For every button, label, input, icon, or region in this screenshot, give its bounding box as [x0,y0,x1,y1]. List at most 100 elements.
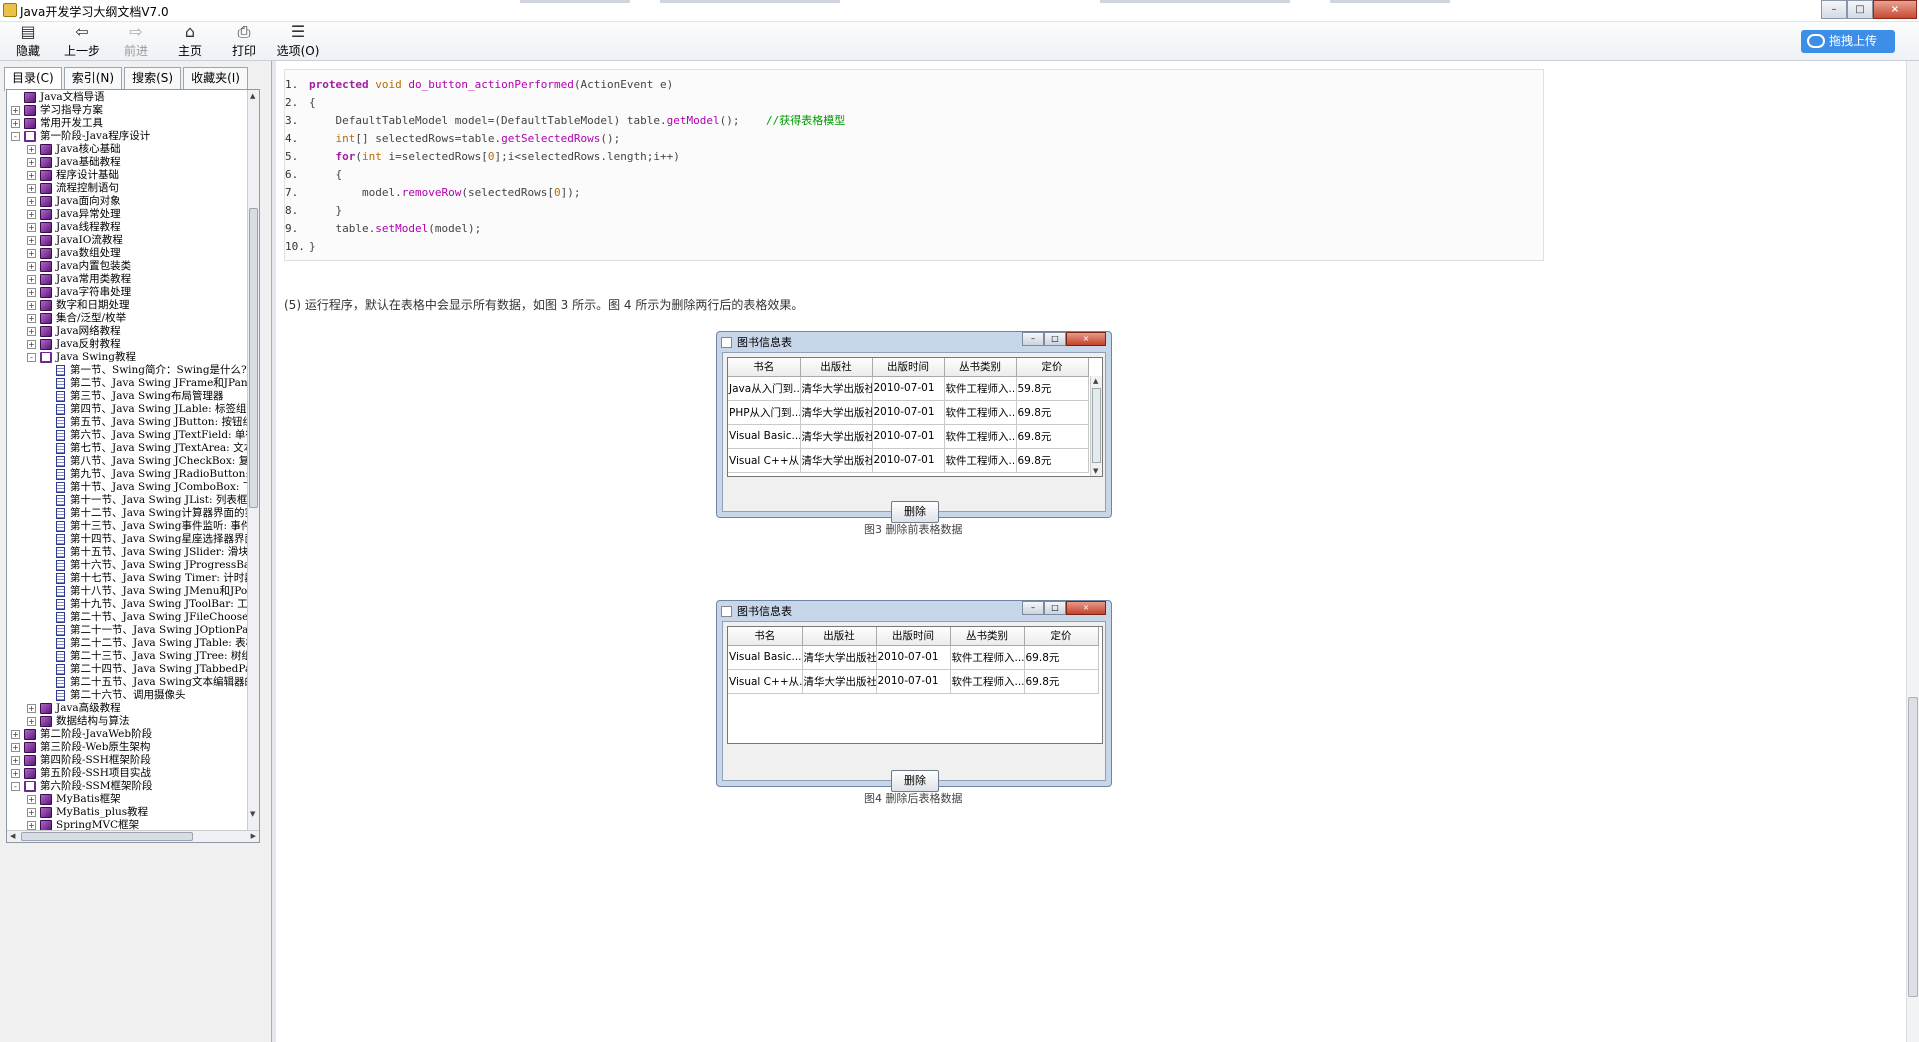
delete-button[interactable]: 删除 [891,501,939,523]
tree-item[interactable]: + Java面向对象 [27,195,121,208]
expand-icon[interactable]: + [27,808,36,817]
tree-item[interactable]: - Java Swing教程 [27,351,136,364]
tree-item[interactable]: + Java高级教程 [27,702,121,715]
tree-item[interactable]: - 第一阶段-Java程序设计 [11,130,150,143]
tree-item[interactable]: + Java网络教程 [27,325,121,338]
tree-item[interactable]: 第二十节、Java Swing JFileChooser和JCo [43,611,249,624]
close-button[interactable]: × [1873,0,1917,19]
tree-item[interactable]: 第七节、Java Swing JTextArea: 文本域 [43,442,249,455]
collapse-icon[interactable]: - [11,132,20,141]
column-header[interactable]: 定价 [1024,627,1099,646]
table-row[interactable]: Visual C++从...清华大学出版社2010-07-01软件工程师入...… [728,448,1089,473]
tree-item[interactable]: 第十五节、Java Swing JSlider: 滑块组件 [43,546,249,559]
scroll-down-arrow-icon[interactable]: ▼ [250,810,255,818]
column-header[interactable]: 出版时间 [872,358,945,377]
column-header[interactable]: 丛书类别 [944,358,1017,377]
table-row[interactable]: Visual Basic... 清华大学出版社 2010-07-01 软件工程师入..… [728,645,1099,670]
tree-item[interactable]: 第二十三节、Java Swing JTree: 树组件 [43,650,249,663]
table-cell[interactable]: 软件工程师入... [944,424,1017,449]
expand-icon[interactable]: + [27,145,36,154]
scroll-thumb[interactable] [21,832,193,841]
tree-item[interactable]: 第六节、Java Swing JTextField: 单行文本 [43,429,249,442]
table-cell[interactable]: Visual C++从... [728,669,803,694]
minimize-button[interactable]: – [1821,0,1847,19]
maximize-button[interactable]: □ [1044,601,1066,615]
tree-item[interactable]: + 集合/泛型/枚举 [27,312,126,325]
tree-item[interactable]: 第二节、Java Swing JFrame和JPanel: 窗 [43,377,249,390]
tree-item[interactable]: 第三节、Java Swing布局管理器 [43,390,224,403]
toolbar-button-4[interactable]: ⎙ 打印 [218,24,270,60]
collapse-icon[interactable]: - [27,353,36,362]
expand-icon[interactable]: + [27,301,36,310]
column-header[interactable]: 定价 [1016,358,1089,377]
column-header[interactable]: 出版社 [802,627,877,646]
table-cell[interactable]: 软件工程师入... [950,669,1025,694]
expand-icon[interactable]: + [27,795,36,804]
tree-item[interactable]: + 数据结构与算法 [27,715,130,728]
expand-icon[interactable]: + [11,106,20,115]
collapse-icon[interactable]: - [11,782,20,791]
tree-item[interactable]: 第十六节、Java Swing JProgressBar: 进 [43,559,249,572]
column-header[interactable]: 书名 [728,358,801,377]
upload-button[interactable]: 拖拽上传 [1801,30,1895,53]
tree-item[interactable]: 第二十六节、调用摄像头 [43,689,186,702]
expand-icon[interactable]: + [27,262,36,271]
expand-icon[interactable]: + [27,340,36,349]
table-cell[interactable]: Visual Basic... [728,424,801,449]
table-cell[interactable]: 2010-07-01 [876,669,951,694]
table-cell[interactable]: 2010-07-01 [872,448,945,473]
table-cell[interactable]: 软件工程师入... [944,448,1017,473]
tree-item[interactable]: 第十四节、Java Swing星座选择器界面的 [43,533,249,546]
tree-item[interactable]: 第十一节、Java Swing JList: 列表框组件 [43,494,249,507]
tree-item[interactable]: 第九节、Java Swing JRadioButton: 单选 [43,468,249,481]
tree-item[interactable]: + JavaIO流教程 [27,234,123,247]
table-cell[interactable]: 69.8元 [1016,424,1089,449]
nav-tab-0[interactable]: 目录(C) [4,67,62,91]
toolbar-button-1[interactable]: ⇦ 上一步 [56,24,108,60]
expand-icon[interactable]: + [27,171,36,180]
nav-tab-1[interactable]: 索引(N) [63,67,123,89]
column-header[interactable]: 丛书类别 [950,627,1025,646]
tree-item[interactable]: 第一节、Swing简介：Swing是什么? [43,364,247,377]
expand-icon[interactable]: + [11,743,20,752]
expand-icon[interactable]: + [27,704,36,713]
tree-item[interactable]: + 学习指导方案 [11,104,103,117]
tree-item[interactable]: + MyBatis_plus教程 [27,806,148,819]
table-cell[interactable]: 69.8元 [1016,448,1089,473]
table-cell[interactable]: 59.8元 [1016,376,1089,401]
tree-item[interactable]: 第十节、Java Swing JComboBox: 下拉列 [43,481,249,494]
table-cell[interactable]: 2010-07-01 [872,400,945,425]
toolbar-button-3[interactable]: ⌂ 主页 [164,24,216,60]
expand-icon[interactable]: + [27,275,36,284]
tree-item[interactable]: + 程序设计基础 [27,169,119,182]
table-cell[interactable]: 清华大学出版社 [800,448,873,473]
tree-item[interactable]: + 第四阶段-SSH框架阶段 [11,754,151,767]
minimize-button[interactable]: – [1022,601,1044,615]
table-cell[interactable]: 清华大学出版社 [800,424,873,449]
table-cell[interactable]: Visual C++从... [728,448,801,473]
tree-item[interactable]: 第十二节、Java Swing计算器界面的实现 [43,507,249,520]
tree-item[interactable]: Java文档导语 [11,91,105,104]
tree-item[interactable]: + Java基础教程 [27,156,121,169]
column-header[interactable]: 出版社 [800,358,873,377]
expand-icon[interactable]: + [27,288,36,297]
tree-item[interactable]: + MyBatis框架 [27,793,121,806]
minimize-button[interactable]: – [1022,332,1044,346]
nav-tab-3[interactable]: 收藏夹(I) [183,67,248,89]
expand-icon[interactable]: + [11,119,20,128]
table-cell[interactable]: 69.8元 [1024,669,1099,694]
column-header[interactable]: 书名 [728,627,803,646]
tree-item[interactable]: 第十七节、Java Swing Timer: 计时器组件 [43,572,249,585]
tree-item[interactable]: + Java数组处理 [27,247,121,260]
tree-item[interactable]: + Java核心基础 [27,143,121,156]
table-row[interactable]: Visual Basic... 清华大学出版社 2010-07-01 软件工程师入..… [728,424,1089,449]
expand-icon[interactable]: + [27,821,36,830]
tree-item[interactable]: + Java字符串处理 [27,286,131,299]
content-vertical-scrollbar[interactable] [1906,61,1919,1042]
expand-icon[interactable]: + [27,158,36,167]
table-cell[interactable]: 清华大学出版社 [802,669,877,694]
book-table[interactable]: 书名 出版社 出版时间 丛书类别 定价 Java从入门到... 清华大学出版社 2010-07… [727,357,1103,477]
expand-icon[interactable]: + [27,249,36,258]
book-table[interactable]: 书名 出版社 出版时间 丛书类别 定价 Visual Basic... 清华大学出版社 201… [727,626,1103,744]
close-button[interactable]: × [1066,601,1106,615]
